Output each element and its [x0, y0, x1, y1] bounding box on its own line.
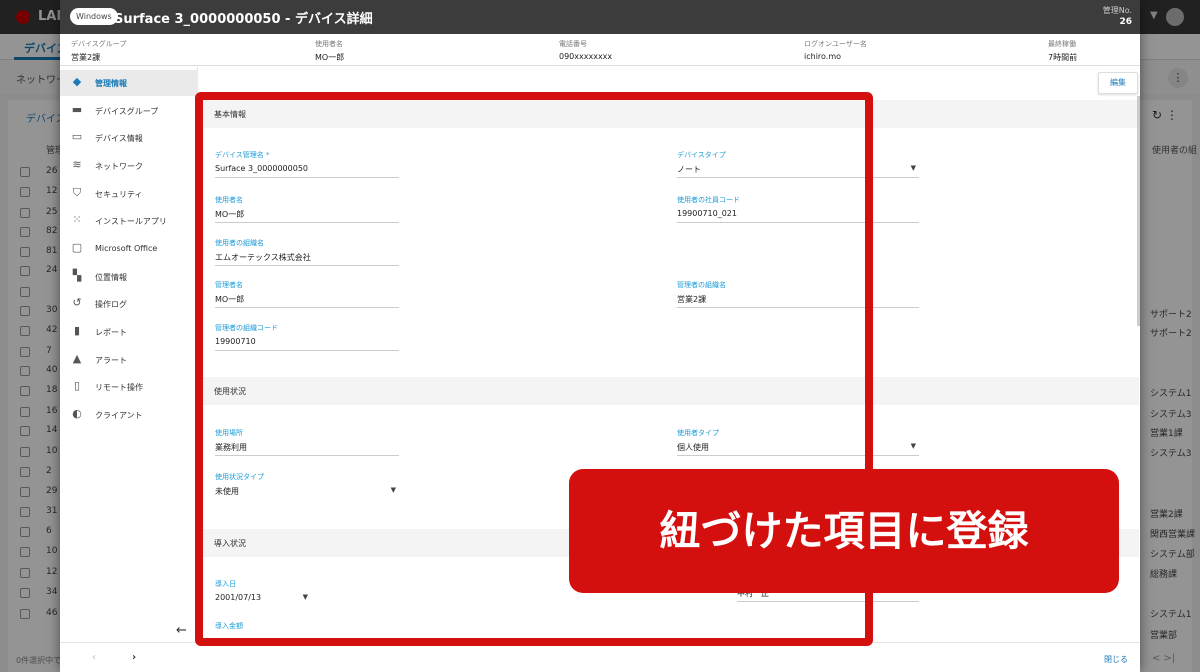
modal-header: Windows Surface 3_0000000050 - デバイス詳細 管理… — [60, 0, 1140, 34]
summary-value: MO一郎 — [315, 53, 345, 62]
sidebar-item-label: 管理情報 — [95, 79, 127, 88]
sidebar-item-device-info[interactable]: ▭ デバイス情報 — [60, 125, 198, 151]
summary-bar: デバイスグループ 営業2課 使用者名 MO一郎 電話番号 090xxxxxxxx… — [60, 34, 1140, 66]
callout-banner: 紐づけた項目に登録 — [569, 469, 1119, 593]
mgmt-no-value: 26 — [1119, 17, 1132, 27]
sidebar-item-label: デバイス情報 — [95, 134, 143, 143]
wifi-icon: ≋ — [72, 158, 82, 171]
sidebar-item-network[interactable]: ≋ ネットワーク — [60, 153, 198, 179]
summary-label: 使用者名 — [315, 40, 343, 48]
summary-value: ichiro.mo — [804, 52, 842, 61]
sidebar-item-label: レポート — [95, 328, 127, 337]
sidebar-item-label: 操作ログ — [95, 300, 127, 309]
bar-chart-icon: ▮ — [73, 324, 81, 337]
sidebar-item-label: 位置情報 — [95, 273, 127, 282]
content-scrollbar[interactable] — [1137, 96, 1140, 326]
summary-value: 7時間前 — [1048, 53, 1078, 62]
edit-button[interactable]: 編集 — [1098, 72, 1138, 94]
apps-grid-icon: ⁙ — [72, 213, 82, 226]
next-device-button[interactable]: › — [132, 652, 136, 663]
sidebar-item-installed-apps[interactable]: ⁙ インストールアプリ — [60, 208, 198, 234]
caret-down-icon: ▼ — [910, 164, 916, 172]
sidebar-item-ms-office[interactable]: ▢ Microsoft Office — [60, 236, 198, 262]
sidebar-item-label: リモート操作 — [95, 383, 143, 392]
caret-down-icon: ▼ — [910, 442, 916, 450]
sidebar-item-management[interactable]: ◆ 管理情報 — [60, 70, 198, 96]
sidebar-item-alert[interactable]: ▲ アラート — [60, 347, 198, 373]
sidebar-item-label: ネットワーク — [95, 162, 143, 171]
mgmt-no-label: 管理No. — [1102, 6, 1132, 15]
monitor-icon: ▢ — [71, 241, 83, 254]
summary-value: 営業2課 — [71, 53, 101, 62]
prev-device-button[interactable]: ‹ — [92, 652, 96, 663]
devices-icon: ▭ — [71, 130, 83, 143]
folder-icon: ▬ — [71, 103, 83, 116]
summary-device-group: デバイスグループ 営業2課 — [71, 39, 126, 63]
tag-icon: ◆ — [72, 75, 82, 88]
os-badge: Windows — [70, 8, 118, 25]
sidebar-item-report[interactable]: ▮ レポート — [60, 319, 198, 345]
sidebar-item-label: インストールアプリ — [95, 217, 167, 226]
sidebar-item-client[interactable]: ◐ クライアント — [60, 402, 198, 428]
sidebar-item-location[interactable]: ▚ 位置情報 — [60, 264, 198, 290]
arrow-back-icon[interactable]: ← — [176, 623, 187, 638]
remote-phone-icon: ▯ — [73, 379, 81, 392]
summary-phone: 電話番号 090xxxxxxxx — [559, 39, 612, 61]
summary-label: デバイスグループ — [71, 40, 127, 48]
summary-label: 最終稼働 — [1048, 40, 1076, 48]
sidebar-item-label: クライアント — [95, 411, 143, 420]
summary-label: 電話番号 — [559, 40, 587, 48]
sidebar-item-device-group[interactable]: ▬ デバイスグループ — [60, 98, 198, 124]
map-icon: ▚ — [72, 269, 82, 282]
sidebar-item-label: デバイスグループ — [95, 107, 159, 116]
modal-footer: ‹ › 閉じる — [60, 642, 1140, 672]
sidebar-item-label: アラート — [95, 356, 127, 365]
summary-last-active: 最終稼働 7時間前 — [1048, 39, 1077, 63]
client-icon: ◐ — [72, 407, 82, 420]
sidebar-item-operation-log[interactable]: ↺ 操作ログ — [60, 291, 198, 317]
close-button[interactable]: 閉じる — [1104, 654, 1128, 665]
detail-sidebar: ◆ 管理情報 ▬ デバイスグループ ▭ デバイス情報 ≋ ネットワーク ⛉ セキ… — [60, 67, 198, 642]
summary-user-name: 使用者名 MO一郎 — [315, 39, 344, 63]
summary-logon-user: ログオンユーザー名 ichiro.mo — [804, 39, 867, 61]
sidebar-item-label: Microsoft Office — [95, 244, 158, 253]
summary-label: ログオンユーザー名 — [804, 40, 867, 48]
shield-icon: ⛉ — [72, 186, 82, 199]
history-icon: ↺ — [72, 296, 82, 309]
summary-value: 090xxxxxxxx — [559, 52, 613, 61]
modal-title: Surface 3_0000000050 - デバイス詳細 — [114, 12, 373, 27]
warning-icon: ▲ — [72, 352, 82, 365]
sidebar-item-remote[interactable]: ▯ リモート操作 — [60, 374, 198, 400]
sidebar-item-security[interactable]: ⛉ セキュリティ — [60, 181, 198, 207]
sidebar-item-label: セキュリティ — [95, 190, 143, 199]
